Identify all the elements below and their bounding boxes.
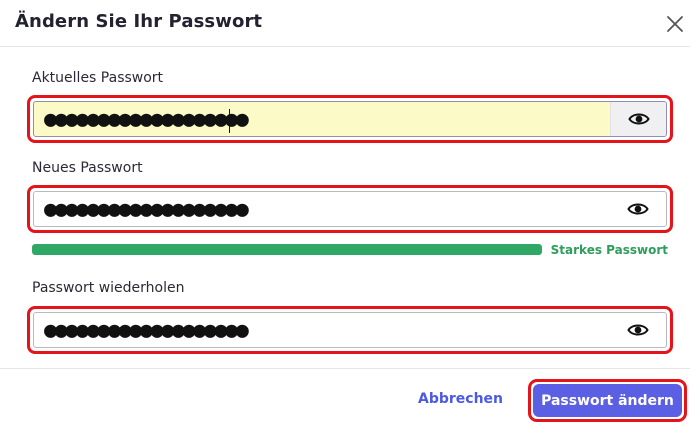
current-password-label: Aktuelles Passwort: [32, 70, 164, 86]
cancel-button[interactable]: Abbrechen: [418, 391, 503, 407]
password-strength-bar: [32, 244, 542, 255]
change-password-button[interactable]: Passwort ändern: [533, 384, 682, 417]
dialog-header: Ändern Sie Ihr Passwort: [0, 0, 690, 47]
eye-icon: [627, 113, 650, 125]
submit-button-outline: Passwort ändern: [528, 379, 687, 422]
current-password-field: [27, 95, 673, 143]
eye-icon: [627, 324, 649, 336]
dialog-footer: Abbrechen Passwort ändern: [0, 368, 690, 422]
dialog-title: Ändern Sie Ihr Passwort: [15, 11, 263, 32]
password-strength-fill: [32, 244, 542, 255]
new-password-input[interactable]: [34, 192, 612, 226]
repeat-password-toggle-button[interactable]: [610, 313, 666, 347]
close-button[interactable]: [664, 13, 686, 35]
current-password-input[interactable]: [34, 102, 612, 136]
new-password-toggle-button[interactable]: [610, 192, 666, 226]
repeat-password-label: Passwort wiederholen: [32, 280, 185, 296]
repeat-password-field: [27, 306, 673, 354]
repeat-password-box: [33, 312, 667, 348]
new-password-label: Neues Passwort: [32, 160, 143, 176]
current-password-box: [33, 101, 667, 137]
text-caret: [229, 109, 230, 133]
current-password-toggle-button[interactable]: [610, 102, 666, 136]
change-password-dialog: Ändern Sie Ihr Passwort Aktuelles Passwo…: [0, 0, 690, 422]
eye-icon: [627, 203, 649, 215]
new-password-box: [33, 191, 667, 227]
repeat-password-input[interactable]: [34, 313, 612, 347]
close-icon: [667, 16, 683, 32]
new-password-field: [27, 185, 673, 233]
password-strength-label: Starkes Passwort: [550, 243, 668, 257]
